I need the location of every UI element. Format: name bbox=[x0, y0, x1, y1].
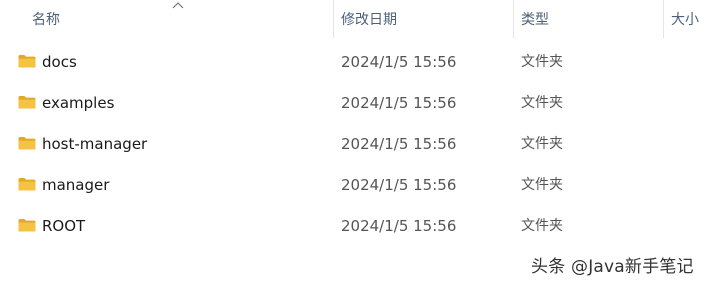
file-name: host-manager bbox=[42, 135, 148, 153]
file-row-docs[interactable]: docs 2024/1/5 15:56 文件夹 bbox=[0, 42, 717, 83]
column-divider[interactable] bbox=[513, 0, 514, 38]
folder-icon bbox=[18, 137, 36, 150]
file-row-examples[interactable]: examples 2024/1/5 15:56 文件夹 bbox=[0, 83, 717, 124]
file-modified: 2024/1/5 15:56 bbox=[341, 53, 457, 71]
file-type: 文件夹 bbox=[521, 136, 563, 152]
folder-icon bbox=[18, 55, 36, 68]
column-header-bar: 名称 修改日期 类型 大小 bbox=[0, 0, 717, 38]
file-type: 文件夹 bbox=[521, 54, 563, 70]
file-modified: 2024/1/5 15:56 bbox=[341, 176, 457, 194]
sort-up-arrow-icon bbox=[172, 2, 184, 9]
file-row-manager[interactable]: manager 2024/1/5 15:56 文件夹 bbox=[0, 165, 717, 206]
column-header-size[interactable]: 大小 bbox=[671, 0, 717, 38]
folder-icon bbox=[18, 96, 36, 109]
file-name: examples bbox=[42, 94, 115, 112]
folder-icon bbox=[18, 178, 36, 191]
column-divider[interactable] bbox=[663, 0, 664, 38]
file-type: 文件夹 bbox=[521, 177, 563, 193]
file-type: 文件夹 bbox=[521, 218, 563, 234]
watermark-text: 头条 @Java新手笔记 bbox=[531, 257, 694, 277]
file-modified: 2024/1/5 15:56 bbox=[341, 217, 457, 235]
file-name: manager bbox=[42, 176, 110, 194]
folder-icon bbox=[18, 219, 36, 232]
file-modified: 2024/1/5 15:56 bbox=[341, 94, 457, 112]
file-row-host-manager[interactable]: host-manager 2024/1/5 15:56 文件夹 bbox=[0, 124, 717, 165]
file-name: ROOT bbox=[42, 217, 86, 235]
column-header-type[interactable]: 类型 bbox=[521, 0, 661, 38]
file-modified: 2024/1/5 15:56 bbox=[341, 135, 457, 153]
column-header-modified[interactable]: 修改日期 bbox=[341, 0, 511, 38]
file-row-root[interactable]: ROOT 2024/1/5 15:56 文件夹 bbox=[0, 206, 717, 247]
column-divider[interactable] bbox=[333, 0, 334, 38]
file-name: docs bbox=[42, 53, 77, 71]
file-type: 文件夹 bbox=[521, 95, 563, 111]
